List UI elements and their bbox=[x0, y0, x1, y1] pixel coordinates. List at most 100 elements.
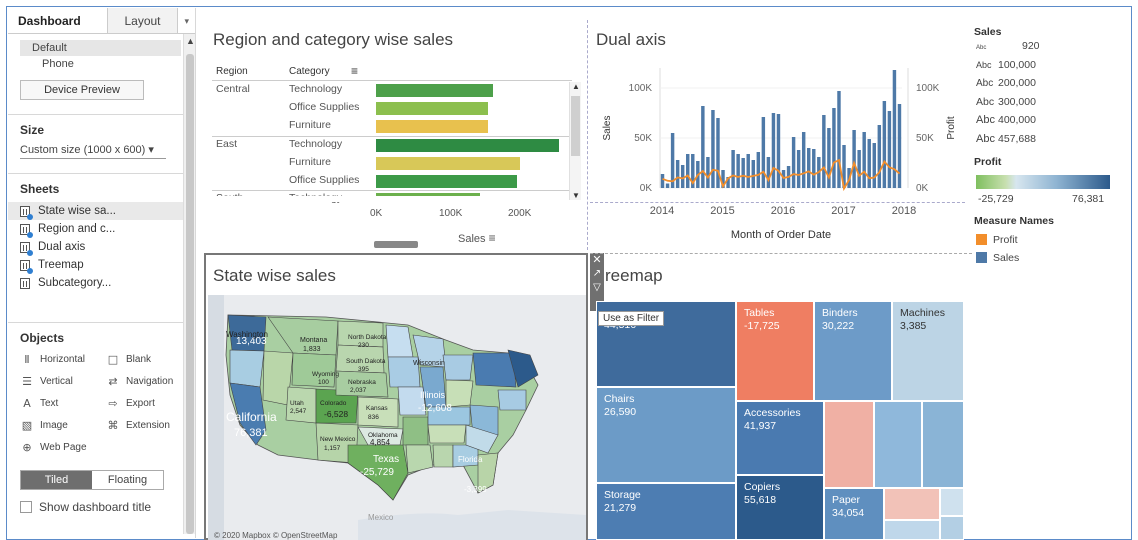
region-label[interactable]: East bbox=[216, 138, 237, 150]
sales-bar[interactable] bbox=[376, 156, 520, 170]
sheet-item-region[interactable]: Region and c... bbox=[20, 220, 181, 238]
svg-text:Wisconsin: Wisconsin bbox=[413, 360, 445, 367]
scroll-up-icon[interactable]: ▲ bbox=[186, 36, 195, 46]
checkbox[interactable] bbox=[20, 501, 32, 513]
treemap-tile[interactable] bbox=[874, 401, 922, 488]
object-navigation[interactable]: ⇄ Navigation bbox=[106, 373, 180, 390]
treemap-tile[interactable] bbox=[884, 520, 940, 540]
sales-bar bbox=[680, 165, 685, 188]
measure-legend-item-profit[interactable]: Profit bbox=[976, 234, 1018, 246]
scroll-down-icon[interactable]: ▼ bbox=[572, 191, 580, 200]
region-chart-scrollbar[interactable]: ▲ ▼ bbox=[569, 82, 581, 200]
sales-legend-item[interactable]: Abc 400,000 bbox=[976, 114, 1036, 126]
object-web-page[interactable]: ⊕ Web Page bbox=[20, 439, 106, 456]
tab-layout[interactable]: Layout bbox=[108, 8, 178, 33]
sales-bar[interactable] bbox=[376, 102, 488, 116]
treemap-tile[interactable]: Copiers 55,618 bbox=[736, 475, 824, 540]
device-default[interactable]: Default bbox=[20, 40, 181, 56]
sort-icon[interactable]: ≡ bbox=[351, 64, 358, 78]
object-label: Export bbox=[126, 398, 155, 409]
tile-name: Binders bbox=[822, 307, 858, 319]
object-label: Horizontal bbox=[40, 354, 86, 365]
caret-icon[interactable]: ▾ bbox=[184, 8, 189, 34]
category-label[interactable]: Office Supplies bbox=[289, 174, 359, 186]
sheet-item-state-wise[interactable]: State wise sa... bbox=[8, 202, 195, 220]
sales-legend-item[interactable]: Abc 920 bbox=[976, 40, 1040, 52]
sales-legend-item[interactable]: Abc 100,000 bbox=[976, 59, 1036, 71]
sales-legend-item[interactable]: Abc 200,000 bbox=[976, 77, 1036, 89]
object-horizontal[interactable]: Ⅱ Horizontal bbox=[20, 351, 106, 368]
scrollbar-thumb[interactable] bbox=[571, 96, 580, 156]
category-label[interactable]: Technology bbox=[289, 83, 342, 95]
treemap-tile[interactable] bbox=[884, 488, 940, 520]
side-panel-scrollbar[interactable]: ▲ bbox=[183, 34, 195, 534]
dual-axis-chart[interactable]: 100K 100K 50K 50K 0K 0K 2014 2015 2016 2017 2018 Mo… bbox=[596, 60, 966, 250]
tile-value: -17,725 bbox=[744, 320, 780, 332]
go-to-sheet-icon[interactable]: ↗ bbox=[590, 267, 604, 281]
category-label[interactable]: Furniture bbox=[289, 156, 331, 168]
svg-text:836: 836 bbox=[368, 414, 379, 421]
treemap-tile[interactable]: Chairs 26,590 bbox=[596, 387, 736, 483]
category-label[interactable]: Furniture bbox=[289, 119, 331, 131]
region-label[interactable]: Central bbox=[216, 83, 250, 95]
globe-icon: ⊕ bbox=[22, 441, 32, 454]
show-dashboard-title-toggle[interactable]: Show dashboard title bbox=[20, 500, 195, 514]
x-tick-label: 0K bbox=[370, 208, 383, 219]
category-column-header[interactable]: Category bbox=[289, 66, 330, 77]
sales-legend-value: 400,000 bbox=[998, 114, 1036, 126]
worksheet-icon bbox=[20, 241, 33, 256]
region-column-header[interactable]: Region bbox=[216, 66, 248, 77]
tab-dashboard[interactable]: Dashboard bbox=[8, 8, 108, 33]
floating-button[interactable]: Floating bbox=[92, 471, 163, 489]
sales-bar bbox=[771, 113, 776, 188]
svg-text:Montana: Montana bbox=[300, 337, 327, 344]
treemap-tile[interactable] bbox=[940, 488, 964, 516]
sales-bar[interactable] bbox=[376, 84, 493, 97]
category-label[interactable]: Office Supplies bbox=[289, 101, 359, 113]
treemap-tile[interactable]: Tables -17,725 bbox=[736, 301, 814, 401]
sheet-item-subcategory[interactable]: Subcategory... bbox=[20, 274, 181, 292]
sales-legend-item[interactable]: Abc 457,688 bbox=[976, 133, 1036, 145]
object-extension[interactable]: ⌘ Extension bbox=[106, 417, 180, 434]
tiled-button[interactable]: Tiled bbox=[21, 471, 92, 489]
filter-icon[interactable]: ▽ bbox=[590, 281, 604, 295]
object-export[interactable]: ⇨ Export bbox=[106, 395, 180, 412]
device-preview-button[interactable]: Device Preview bbox=[20, 80, 144, 100]
object-image[interactable]: ▧ Image bbox=[20, 417, 106, 434]
device-phone[interactable]: Phone bbox=[20, 56, 181, 72]
size-dropdown[interactable]: Custom size (1000 x 600) ▾ bbox=[20, 143, 166, 159]
x-axis-title: Month of Order Date bbox=[731, 229, 831, 241]
treemap-tile[interactable] bbox=[922, 401, 964, 488]
measure-legend-item-sales[interactable]: Sales bbox=[976, 252, 1019, 264]
drag-handle[interactable] bbox=[374, 241, 418, 248]
sales-bar bbox=[731, 150, 735, 188]
treemap-tile[interactable]: Accessories 41,937 bbox=[736, 401, 824, 475]
sales-bar[interactable] bbox=[376, 175, 517, 188]
sales-legend-item[interactable]: Abc 300,000 bbox=[976, 96, 1036, 108]
sheet-item-treemap[interactable]: Treemap bbox=[20, 256, 181, 274]
scrollbar-thumb[interactable] bbox=[186, 54, 194, 534]
object-vertical[interactable]: ☰ Vertical bbox=[20, 373, 106, 390]
sales-bar[interactable] bbox=[376, 120, 488, 134]
object-blank[interactable]: □ Blank bbox=[106, 351, 180, 368]
scroll-up-icon[interactable]: ▲ bbox=[572, 82, 580, 91]
sales-bar bbox=[706, 157, 710, 188]
object-text[interactable]: A Text bbox=[20, 395, 106, 412]
treemap-tile[interactable]: Machines 3,385 bbox=[892, 301, 964, 401]
sales-bar bbox=[791, 137, 796, 188]
tile-value: 55,618 bbox=[744, 494, 777, 506]
close-icon[interactable]: ✕ bbox=[590, 253, 604, 267]
us-map[interactable]: 13,403 Washington Montana 1,833 North Da… bbox=[208, 295, 586, 540]
treemap-tile[interactable]: Storage 21,279 bbox=[596, 483, 736, 540]
treemap-tile[interactable] bbox=[940, 516, 964, 540]
sheet-item-dual-axis[interactable]: Dual axis bbox=[20, 238, 181, 256]
treemap-tile[interactable]: Binders 30,222 bbox=[814, 301, 892, 401]
treemap-tile[interactable]: Paper 34,054 bbox=[824, 488, 884, 540]
tile-name: Machines bbox=[900, 307, 945, 319]
sales-bar[interactable] bbox=[376, 138, 559, 152]
treemap-tile[interactable] bbox=[824, 401, 874, 488]
tile-value: 21,279 bbox=[604, 502, 637, 514]
sort-icon[interactable]: ≡ bbox=[489, 231, 496, 245]
category-label[interactable]: Technology bbox=[289, 138, 342, 150]
extension-icon: ⌘ bbox=[107, 419, 119, 432]
